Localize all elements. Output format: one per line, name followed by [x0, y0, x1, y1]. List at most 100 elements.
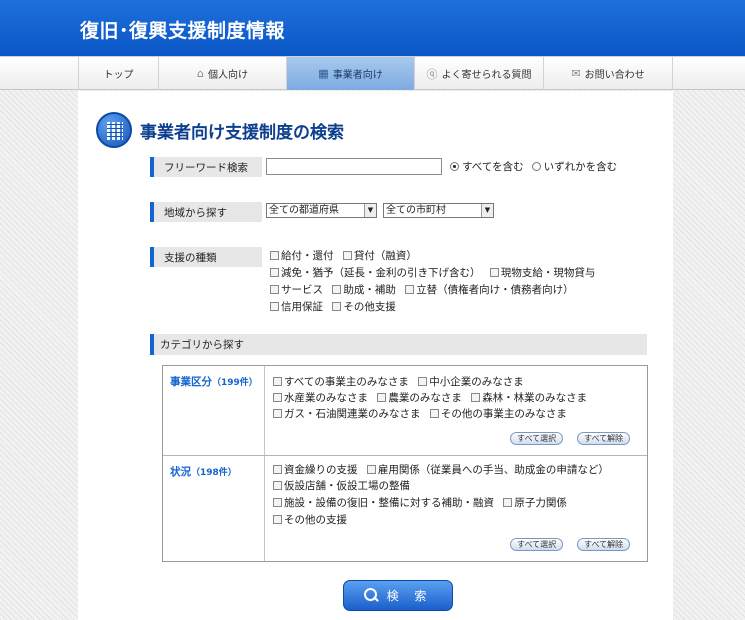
nav-item-label: お問い合わせ [584, 70, 645, 81]
checkbox [270, 302, 279, 311]
support-option[interactable]: その他支援 [332, 301, 396, 313]
support-type-row: サービス 助成・補助 立替（債権者向け・債務者向け） [270, 282, 580, 297]
category-header: カテゴリから探す [150, 334, 647, 355]
nav-item-business[interactable]: ▦ 事業者向け [286, 57, 414, 90]
option-label: 雇用関係（従業員への手当、助成金の申請など） [377, 464, 609, 476]
prefecture-value: 全ての都道府県 [269, 205, 339, 216]
business-option[interactable]: 中小企業のみなさま [418, 376, 524, 388]
page-title: 事業者向け支援制度の検索 [140, 122, 344, 143]
site-title[interactable]: 復旧･復興支援制度情報 [80, 16, 285, 43]
region-label: 地域から探す [150, 202, 262, 222]
checkbox [342, 251, 352, 260]
search-button[interactable]: 検 索 [343, 580, 453, 611]
house-icon: ⌂ [197, 67, 204, 80]
checkbox [418, 377, 428, 386]
category-title: 事業区分 [170, 376, 212, 388]
support-option[interactable]: 給付・還付 [270, 250, 334, 262]
business-row: ガス・石油関連業のみなさま その他の事業主のみなさま [273, 406, 573, 421]
checkbox [332, 285, 342, 294]
category-title: 状況 [170, 466, 191, 478]
support-option[interactable]: 貸付（融資） [342, 250, 417, 262]
nav-item-label: 事業者向け [332, 70, 383, 81]
status-option[interactable]: 施設・設備の復旧・整備に対する補助・融資 [273, 497, 494, 509]
status-option[interactable]: 雇用関係（従業員への手当、助成金の申請など） [366, 464, 609, 476]
support-type-row: 信用保証 その他支援 [270, 299, 402, 314]
nav-item-label: 個人向け [207, 70, 248, 81]
status-option[interactable]: 原子力関係 [503, 497, 567, 509]
radio-any[interactable]: いずれかを含む [531, 159, 618, 174]
status-option[interactable]: 資金繰りの支援 [273, 464, 358, 476]
business-option[interactable]: 水産業のみなさま [273, 392, 368, 404]
radio-all[interactable]: すべてを含む [450, 159, 524, 174]
option-label: すべての事業主のみなさま [284, 376, 409, 388]
mail-icon: ✉ [571, 67, 581, 80]
support-option[interactable]: 現物支給・現物貸与 [489, 267, 595, 279]
checkbox [273, 481, 282, 490]
checkbox [273, 377, 282, 386]
status-select-all-button[interactable]: すべて選択 [510, 538, 564, 551]
status-row: 施設・設備の復旧・整備に対する補助・融資 原子力関係 [273, 495, 573, 510]
checkbox [273, 465, 282, 474]
checkbox [471, 393, 481, 402]
nav-item-top[interactable]: トップ [78, 57, 158, 90]
business-option[interactable]: すべての事業主のみなさま [273, 376, 409, 388]
business-option[interactable]: ガス・石油関連業のみなさま [273, 408, 421, 420]
status-category-label: 状況（198件） [170, 464, 237, 479]
category-count: （199件） [212, 378, 258, 388]
search-icon [363, 588, 379, 603]
support-option[interactable]: 助成・補助 [332, 284, 396, 296]
checkbox [366, 465, 376, 474]
nav-item-personal[interactable]: ⌂ 個人向け [158, 57, 286, 90]
nav-item-contact[interactable]: ✉ お問い合わせ [543, 57, 673, 90]
support-option[interactable]: 立替（債権者向け・債務者向け） [405, 284, 574, 296]
city-value: 全ての市町村 [386, 205, 446, 216]
page-heading: 事業者向け支援制度の検索 [96, 111, 344, 149]
business-option[interactable]: その他の事業主のみなさま [429, 408, 567, 420]
site-header: 復旧･復興支援制度情報 [0, 0, 745, 56]
freeword-match-options: すべてを含む いずれかを含む [450, 157, 617, 175]
checkbox [273, 409, 282, 418]
main-panel: 事業者向け支援制度の検索 フリーワード検索 すべてを含む いずれかを含む 地域か… [78, 91, 673, 620]
status-option[interactable]: 仮設店舗・仮設工場の整備 [273, 480, 410, 492]
support-option[interactable]: サービス [270, 284, 323, 296]
option-label: その他の支援 [284, 514, 347, 526]
option-label: その他支援 [343, 301, 396, 313]
freeword-input[interactable] [266, 158, 442, 175]
option-label: 給付・還付 [281, 250, 334, 262]
freeword-label: フリーワード検索 [150, 157, 262, 177]
option-label: 減免・猶予（延長・金利の引き下げ含む） [281, 267, 481, 279]
checkbox [377, 393, 387, 402]
business-select-all-button[interactable]: すべて選択 [510, 432, 564, 445]
radio-all-label: すべてを含む [462, 160, 524, 173]
option-label: サービス [281, 284, 323, 296]
status-row: 資金繰りの支援 雇用関係（従業員への手当、助成金の申請など） [273, 462, 615, 477]
business-category-label: 事業区分（199件） [170, 374, 258, 389]
status-row: 仮設店舗・仮設工場の整備 [273, 478, 416, 493]
support-option[interactable]: 減免・猶予（延長・金利の引き下げ含む） [270, 267, 481, 279]
checkbox [429, 409, 439, 418]
option-label: 貸付（融資） [353, 250, 417, 262]
radio-any-label: いずれかを含む [543, 160, 618, 173]
option-label: 信用保証 [281, 301, 323, 313]
option-label: 原子力関係 [514, 497, 567, 509]
nav-item-faq[interactable]: ⓠ よく寄せられる質問 [414, 57, 543, 90]
option-label: 水産業のみなさま [284, 392, 368, 404]
prefecture-select[interactable]: 全ての都道府県 ▼ [266, 203, 377, 218]
column-divider [264, 366, 265, 561]
business-option[interactable]: 森林・林業のみなさま [471, 392, 587, 404]
business-deselect-all-button[interactable]: すべて解除 [577, 432, 631, 445]
business-option[interactable]: 農業のみなさま [377, 392, 462, 404]
checkbox [405, 285, 415, 294]
city-select[interactable]: 全ての市町村 ▼ [383, 203, 494, 218]
option-label: ガス・石油関連業のみなさま [284, 408, 421, 420]
main-nav: トップ ⌂ 個人向け ▦ 事業者向け ⓠ よく寄せられる質問 ✉ お問い合わせ [0, 56, 745, 90]
status-deselect-all-button[interactable]: すべて解除 [577, 538, 631, 551]
support-option[interactable]: 信用保証 [270, 301, 323, 313]
option-label: 森林・林業のみなさま [482, 392, 588, 404]
option-label: 立替（債権者向け・債務者向け） [416, 284, 574, 296]
support-type-label: 支援の種類 [150, 247, 262, 267]
option-label: 中小企業のみなさま [429, 376, 524, 388]
checkbox [489, 268, 499, 277]
status-option[interactable]: その他の支援 [273, 514, 347, 526]
chevron-down-icon: ▼ [481, 204, 493, 217]
